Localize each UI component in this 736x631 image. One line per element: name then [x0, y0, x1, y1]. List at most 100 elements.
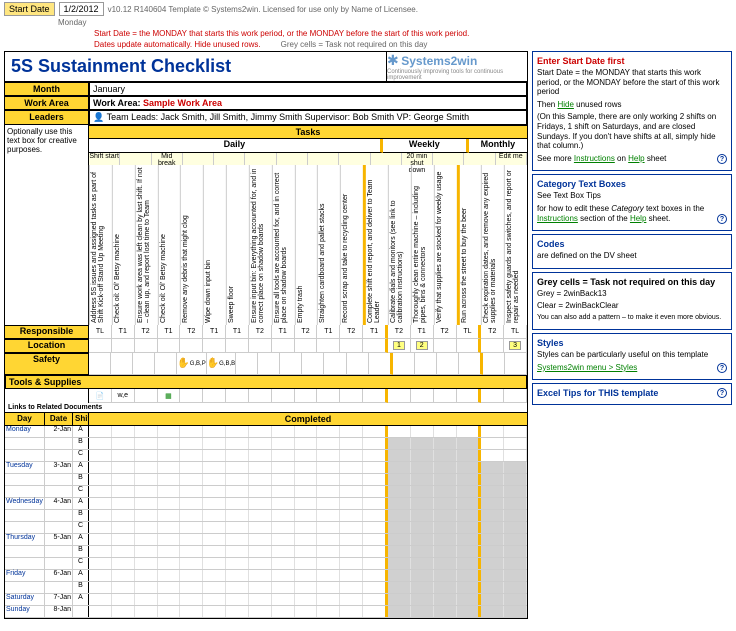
meta-cell[interactable] — [272, 339, 295, 353]
meta-cell[interactable] — [459, 353, 483, 375]
meta-cell[interactable] — [340, 389, 363, 403]
meta-cell[interactable] — [411, 389, 434, 403]
meta-cell[interactable] — [112, 339, 135, 353]
hide-link[interactable]: Hide — [557, 100, 573, 109]
day-row[interactable]: C — [5, 486, 527, 498]
meta-cell[interactable]: T1 — [317, 325, 340, 339]
day-row[interactable]: Wednesday4-JanA — [5, 498, 527, 510]
day-row[interactable]: Friday6-JanA — [5, 570, 527, 582]
meta-cell[interactable] — [317, 339, 340, 353]
meta-cell[interactable] — [434, 339, 457, 353]
task-col[interactable]: Thoroughly clean entire machine – includ… — [411, 165, 434, 325]
meta-cell[interactable] — [363, 389, 388, 403]
meta-cell[interactable] — [363, 339, 388, 353]
day-row[interactable]: Saturday7-JanA — [5, 594, 527, 606]
day-row[interactable]: Monday2-JanA — [5, 426, 527, 438]
meta-cell[interactable]: T2 — [135, 325, 158, 339]
task-col[interactable]: Ensure input bin: Everything accounted f… — [249, 165, 272, 325]
meta-cell[interactable]: T2 — [434, 325, 457, 339]
meta-cell[interactable] — [180, 389, 203, 403]
meta-cell[interactable] — [388, 389, 411, 403]
meta-cell[interactable] — [457, 389, 482, 403]
task-col[interactable]: Remove any debris that might clog — [180, 165, 203, 325]
meta-cell[interactable]: T2 — [388, 325, 411, 339]
meta-cell[interactable]: T1 — [411, 325, 434, 339]
day-row[interactable]: B — [5, 582, 527, 594]
meta-cell[interactable]: T2 — [295, 325, 318, 339]
meta-cell[interactable] — [340, 339, 363, 353]
task-col[interactable]: Record scrap and take to recycling cente… — [340, 165, 363, 325]
meta-cell[interactable] — [457, 339, 482, 353]
days-grid[interactable]: Monday2-JanABCTuesday3-JanABCWednesday4-… — [5, 426, 527, 618]
meta-cell[interactable]: 3 — [504, 339, 527, 353]
meta-cell[interactable] — [347, 353, 369, 375]
meta-cell[interactable]: ✋G,B,P — [177, 353, 206, 375]
meta-cell[interactable]: 📄 — [89, 389, 112, 403]
meta-cell[interactable] — [226, 339, 249, 353]
task-col[interactable]: Straighten cardboard and pallet stacks — [317, 165, 340, 325]
help-icon[interactable]: ? — [717, 363, 727, 373]
meta-cell[interactable] — [369, 353, 393, 375]
meta-cell[interactable] — [203, 389, 226, 403]
task-col[interactable]: Check expiration dates, and remove any e… — [481, 165, 504, 325]
meta-cell[interactable] — [295, 339, 318, 353]
meta-cell[interactable]: 1 — [388, 339, 411, 353]
meta-cell[interactable] — [203, 339, 226, 353]
workarea-value[interactable]: Work Area: Sample Work Area — [89, 96, 527, 110]
task-col[interactable]: Wipe down input bin — [203, 165, 226, 325]
meta-cell[interactable] — [280, 353, 302, 375]
meta-cell[interactable]: ✋G,B,B — [207, 353, 236, 375]
day-row[interactable]: B — [5, 474, 527, 486]
meta-cell[interactable]: T1 — [272, 325, 295, 339]
meta-cell[interactable] — [324, 353, 346, 375]
meta-cell[interactable]: T2 — [249, 325, 272, 339]
meta-cell[interactable] — [317, 389, 340, 403]
meta-cell[interactable]: TL — [457, 325, 482, 339]
meta-cell[interactable] — [434, 389, 457, 403]
day-row[interactable]: C — [5, 522, 527, 534]
meta-cell[interactable]: T1 — [158, 325, 181, 339]
day-row[interactable]: B — [5, 546, 527, 558]
meta-cell[interactable]: TL — [504, 325, 527, 339]
month-value[interactable]: January — [89, 82, 527, 96]
task-col[interactable]: Calibrate dials and monitors (see link t… — [388, 165, 411, 325]
meta-cell[interactable] — [135, 339, 158, 353]
meta-cell[interactable]: T2 — [340, 325, 363, 339]
meta-cell[interactable] — [89, 339, 112, 353]
styles-link[interactable]: Systems2win menu > Styles — [537, 363, 637, 372]
meta-cell[interactable] — [295, 389, 318, 403]
task-col[interactable]: Complete shift end report, and deliver t… — [363, 165, 388, 325]
meta-cell[interactable] — [504, 389, 527, 403]
meta-cell[interactable] — [249, 389, 272, 403]
help-link[interactable]: Help — [628, 154, 644, 163]
meta-cell[interactable] — [481, 339, 504, 353]
meta-cell[interactable] — [483, 353, 505, 375]
task-col[interactable]: Address 5S issues and assigned tasks as … — [89, 165, 112, 325]
task-col[interactable]: Run across the street to buy the beer — [457, 165, 482, 325]
meta-cell[interactable]: T1 — [203, 325, 226, 339]
meta-cell[interactable] — [135, 389, 158, 403]
task-col[interactable]: Ensure work area was left clean by last … — [135, 165, 158, 325]
help-icon[interactable]: ? — [717, 154, 727, 164]
meta-cell[interactable]: TL — [89, 325, 112, 339]
meta-cell[interactable]: w,e — [112, 389, 135, 403]
meta-cell[interactable] — [158, 339, 181, 353]
day-row[interactable]: Sunday8-Jan — [5, 606, 527, 618]
creative-note[interactable]: Optionally use this text box for creativ… — [5, 125, 89, 165]
leaders-value[interactable]: 👤 Team Leads: Jack Smith, Jill Smith, Ji… — [89, 110, 527, 125]
meta-cell[interactable] — [180, 339, 203, 353]
meta-cell[interactable] — [249, 339, 272, 353]
day-row[interactable]: C — [5, 450, 527, 462]
meta-cell[interactable] — [481, 389, 504, 403]
day-row[interactable]: B — [5, 438, 527, 450]
day-row[interactable]: C — [5, 558, 527, 570]
task-col[interactable]: Check oil: Ol' Betsy machine — [112, 165, 135, 325]
help-icon[interactable]: ? — [717, 214, 727, 224]
meta-cell[interactable]: 2 — [411, 339, 434, 353]
meta-cell[interactable]: T2 — [481, 325, 504, 339]
meta-cell[interactable] — [155, 353, 177, 375]
task-col[interactable]: Sweep floor — [226, 165, 249, 325]
start-date-field[interactable]: 1/2/2012 — [59, 2, 104, 16]
meta-cell[interactable] — [236, 353, 258, 375]
meta-cell[interactable]: T2 — [180, 325, 203, 339]
